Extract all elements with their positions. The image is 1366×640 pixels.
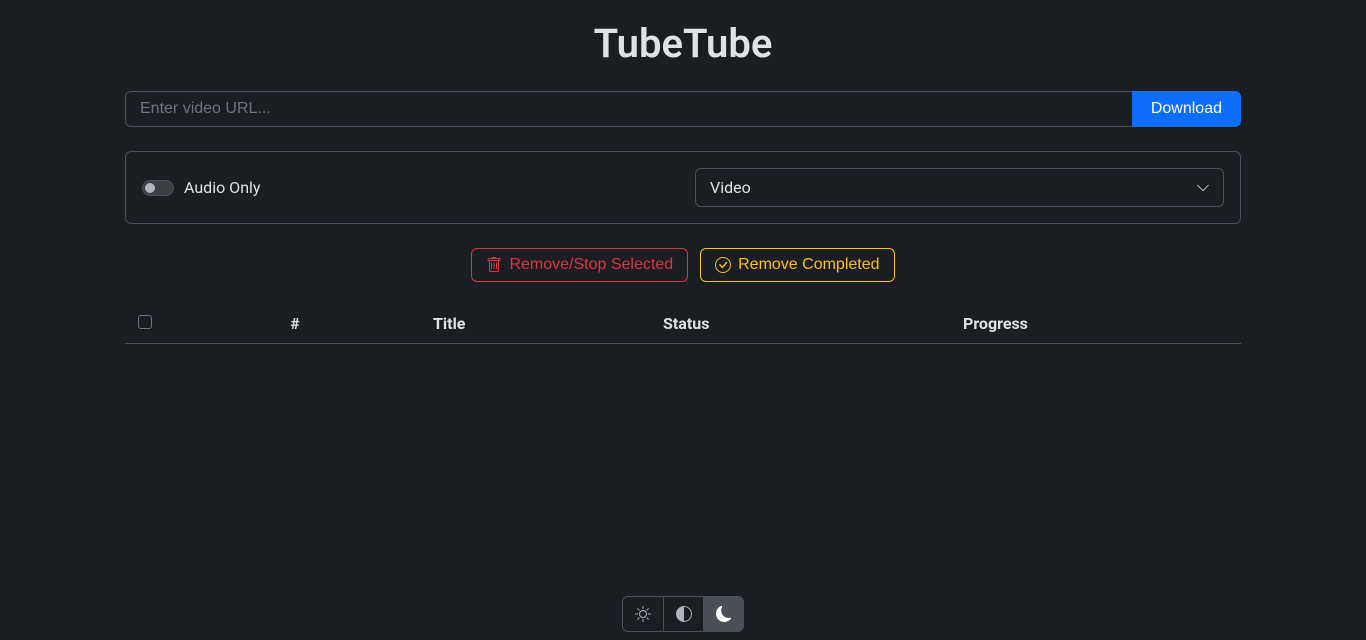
- theme-auto-button[interactable]: [663, 597, 703, 631]
- column-progress: Progress: [955, 306, 1241, 344]
- select-all-header: [125, 306, 165, 344]
- column-number: #: [165, 306, 425, 344]
- app-title: TubeTube: [125, 0, 1241, 91]
- url-input-group: Download: [125, 91, 1241, 127]
- theme-dark-button[interactable]: [703, 597, 743, 631]
- remove-completed-button[interactable]: Remove Completed: [700, 248, 894, 282]
- column-title: Title: [425, 306, 655, 344]
- download-button[interactable]: Download: [1132, 91, 1241, 127]
- format-select[interactable]: Video: [695, 168, 1224, 207]
- theme-switcher: [622, 596, 744, 632]
- downloads-table: # Title Status Progress: [125, 306, 1241, 344]
- remove-stop-selected-button[interactable]: Remove/Stop Selected: [471, 248, 688, 282]
- circle-half-icon: [676, 606, 692, 622]
- audio-only-label: Audio Only: [184, 178, 260, 197]
- remove-stop-selected-label: Remove/Stop Selected: [509, 256, 673, 274]
- audio-only-toggle[interactable]: [142, 180, 174, 196]
- check-circle-icon: [715, 257, 731, 273]
- theme-light-button[interactable]: [623, 597, 663, 631]
- options-panel: Audio Only Video: [125, 151, 1241, 224]
- column-status: Status: [655, 306, 955, 344]
- sun-icon: [635, 606, 651, 622]
- select-all-checkbox[interactable]: [138, 315, 152, 329]
- action-buttons: Remove/Stop Selected Remove Completed: [125, 248, 1241, 282]
- remove-completed-label: Remove Completed: [738, 256, 879, 274]
- url-input[interactable]: [125, 91, 1132, 127]
- moon-icon: [716, 606, 732, 622]
- trash-icon: [486, 257, 502, 273]
